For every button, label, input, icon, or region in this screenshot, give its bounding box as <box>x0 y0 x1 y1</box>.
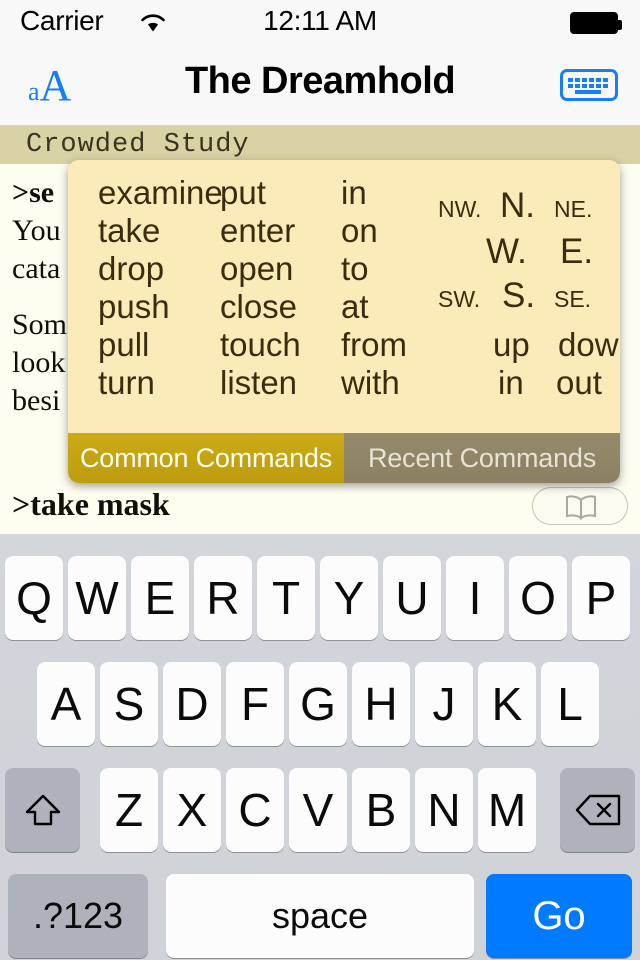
key-e[interactable]: E <box>131 556 189 640</box>
key-y[interactable]: Y <box>320 556 378 640</box>
shift-glyph <box>25 794 60 826</box>
command-item[interactable]: examine <box>98 174 223 212</box>
key-r[interactable]: R <box>194 556 252 640</box>
battery-full-icon <box>570 12 622 34</box>
direction-east[interactable]: E. <box>560 232 593 272</box>
keyboard-row-3: Z X C V B N M <box>0 768 640 852</box>
key-j[interactable]: J <box>415 662 473 746</box>
command-input-text: >take mask <box>12 486 170 522</box>
command-item[interactable]: close <box>220 288 301 326</box>
ios-status-bar: Carrier 12:11 AM <box>0 0 640 42</box>
backspace-glyph <box>575 794 620 826</box>
key-m[interactable]: M <box>478 768 536 852</box>
key-n[interactable]: N <box>415 768 473 852</box>
command-column-verbs-2[interactable]: put enter open close touch listen <box>220 174 301 402</box>
direction-northwest[interactable]: NW. <box>438 196 481 223</box>
keyboard-row-2: A S D F G H J K L <box>0 662 640 746</box>
command-item[interactable]: touch <box>220 326 301 364</box>
command-column-prepositions[interactable]: in on to at from with <box>341 174 407 402</box>
direction-southeast[interactable]: SE. <box>554 286 591 313</box>
key-b[interactable]: B <box>352 768 410 852</box>
go-key[interactable]: Go <box>486 874 632 958</box>
page-title: The Dreamhold <box>184 60 456 102</box>
backspace-icon[interactable] <box>560 768 635 852</box>
direction-up[interactable]: up <box>493 326 530 364</box>
room-status-bar: Crowded Study <box>0 126 640 164</box>
clock-label: 12:11 AM <box>263 5 377 36</box>
keyboard-row-4: .?123 space Go <box>0 874 640 958</box>
on-screen-keyboard[interactable]: Q W E R T Y U I O P A S D F G H J K L Z … <box>0 534 640 960</box>
command-item[interactable]: drop <box>98 250 223 288</box>
key-a[interactable]: A <box>37 662 95 746</box>
command-item[interactable]: push <box>98 288 223 326</box>
key-u[interactable]: U <box>383 556 441 640</box>
command-item[interactable]: put <box>220 174 301 212</box>
command-item[interactable]: on <box>341 212 407 250</box>
key-s[interactable]: S <box>100 662 158 746</box>
direction-northeast[interactable]: NE. <box>554 196 592 223</box>
shift-arrow-icon[interactable] <box>5 768 80 852</box>
command-item[interactable]: turn <box>98 364 223 402</box>
command-item[interactable]: take <box>98 212 223 250</box>
command-item[interactable]: to <box>341 250 407 288</box>
key-g[interactable]: G <box>289 662 347 746</box>
key-f[interactable]: F <box>226 662 284 746</box>
open-book-icon[interactable] <box>532 487 628 525</box>
direction-out[interactable]: out <box>556 364 602 402</box>
direction-southwest[interactable]: SW. <box>438 286 480 313</box>
key-v[interactable]: V <box>289 768 347 852</box>
key-l[interactable]: L <box>541 662 599 746</box>
room-name-label: Crowded Study <box>26 130 250 160</box>
key-t[interactable]: T <box>257 556 315 640</box>
key-p[interactable]: P <box>572 556 630 640</box>
key-d[interactable]: D <box>163 662 221 746</box>
command-item[interactable]: listen <box>220 364 301 402</box>
keyboard-icon[interactable] <box>560 69 618 101</box>
key-i[interactable]: I <box>446 556 504 640</box>
app-screen: Carrier 12:11 AM aA The Dreamhold Crowde… <box>0 0 640 960</box>
open-book-glyph <box>566 495 596 520</box>
direction-south[interactable]: S. <box>502 276 535 316</box>
space-key[interactable]: space <box>166 874 474 958</box>
command-input-line[interactable]: >take mask <box>0 484 640 534</box>
key-q[interactable]: Q <box>5 556 63 640</box>
command-popup-tabs: Common Commands Recent Commands <box>68 433 620 483</box>
key-o[interactable]: O <box>509 556 567 640</box>
tab-common-commands[interactable]: Common Commands <box>68 433 344 483</box>
transcript-command: >se <box>12 176 55 209</box>
key-z[interactable]: Z <box>100 768 158 852</box>
navigation-bar: aA The Dreamhold <box>0 42 640 126</box>
command-item[interactable]: enter <box>220 212 301 250</box>
command-item[interactable]: with <box>341 364 407 402</box>
command-popup[interactable]: examine take drop push pull turn put ent… <box>68 160 620 483</box>
command-item[interactable]: open <box>220 250 301 288</box>
keyboard-row-1: Q W E R T Y U I O P <box>0 556 640 640</box>
command-item[interactable]: at <box>341 288 407 326</box>
direction-in[interactable]: in <box>498 364 524 402</box>
key-w[interactable]: W <box>68 556 126 640</box>
command-column-verbs[interactable]: examine take drop push pull turn <box>98 174 223 402</box>
command-item[interactable]: from <box>341 326 407 364</box>
key-x[interactable]: X <box>163 768 221 852</box>
command-item[interactable]: in <box>341 174 407 212</box>
direction-west[interactable]: W. <box>486 232 527 272</box>
key-h[interactable]: H <box>352 662 410 746</box>
keyboard-glyph <box>568 78 608 94</box>
numeric-mode-key[interactable]: .?123 <box>8 874 148 958</box>
key-k[interactable]: K <box>478 662 536 746</box>
direction-down[interactable]: down <box>558 326 620 364</box>
direction-north[interactable]: N. <box>500 186 535 226</box>
command-item[interactable]: pull <box>98 326 223 364</box>
tab-recent-commands[interactable]: Recent Commands <box>344 433 620 483</box>
key-c[interactable]: C <box>226 768 284 852</box>
command-popup-body: examine take drop push pull turn put ent… <box>68 160 620 433</box>
